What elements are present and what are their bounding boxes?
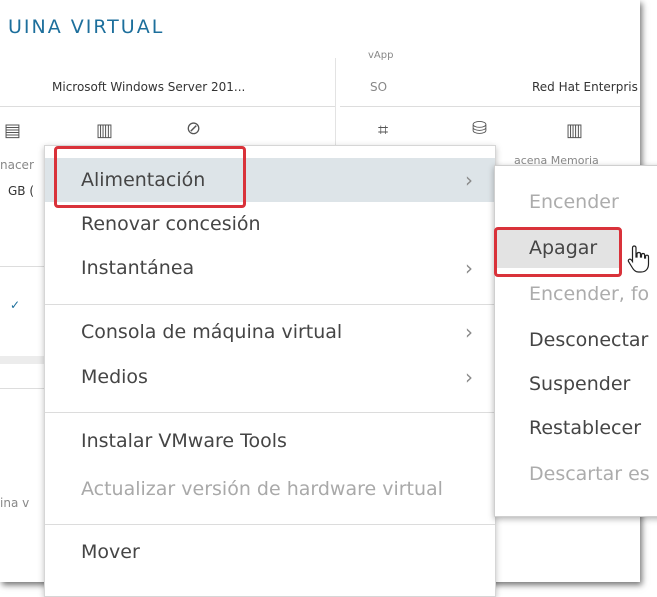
os-value-left: Microsoft Windows Server 201... [52, 80, 246, 94]
menu-item-label: Actualizar versión de hardware virtual [81, 478, 443, 500]
menu-separator [45, 524, 495, 525]
submenu-item-label: Encender [529, 191, 619, 213]
menu-item-label: Instalar VMware Tools [81, 430, 287, 452]
submenu-item-desconectar[interactable]: Desconectar [495, 320, 657, 360]
storage-value: GB ( [8, 184, 35, 198]
submenu-item-label: Encender, fo [529, 283, 650, 305]
vm-label-partial: ina v [0, 496, 30, 510]
menu-separator [45, 412, 495, 413]
storage-label: nacer [0, 158, 34, 172]
divider [340, 106, 640, 107]
submenu-item-encender[interactable]: Encender [495, 182, 657, 222]
cpu-icon: ⌗ [378, 120, 389, 141]
submenu-item-suspender[interactable]: Suspender [495, 364, 657, 404]
so-label: SO [370, 80, 388, 94]
chevron-right-icon: › [465, 256, 473, 280]
chevron-right-icon: › [465, 365, 473, 389]
context-menu: Alimentación › Renovar concesión Instant… [44, 145, 496, 597]
menu-item-label: Consola de máquina virtual [81, 321, 343, 343]
submenu-item-label: Suspender [529, 373, 631, 395]
alimentacion-highlight [54, 146, 246, 208]
menu-item-instalar-vmware-tools[interactable]: Instalar VMware Tools [45, 419, 495, 463]
check-icon: ✓ [10, 298, 21, 312]
menu-item-actualizar-hardware[interactable]: Actualizar versión de hardware virtual [45, 467, 495, 511]
submenu-item-label: Desconectar [529, 329, 649, 351]
network-icon: ⊘ [186, 118, 202, 139]
database-icon: ⛁ [472, 118, 488, 139]
menu-item-label: Renovar concesión [81, 213, 261, 235]
submenu-item-descartar[interactable]: Descartar es [495, 454, 657, 494]
menu-separator [45, 304, 495, 305]
menu-item-label: Mover [81, 541, 140, 563]
menu-item-consola[interactable]: Consola de máquina virtual › [45, 310, 495, 354]
submenu-item-restablecer[interactable]: Restablecer [495, 408, 657, 448]
panel-title: UINA VIRTUAL [8, 16, 165, 38]
submenu-item-label: Restablecer [529, 417, 642, 439]
menu-item-medios[interactable]: Medios › [45, 355, 495, 399]
storage-icon: ▤ [4, 120, 22, 141]
memory-icon: ▥ [566, 120, 584, 141]
hand-cursor-icon [627, 245, 650, 273]
menu-item-label: Medios [81, 366, 148, 388]
menu-item-instantanea[interactable]: Instantánea › [45, 246, 495, 290]
chevron-right-icon: › [465, 168, 473, 192]
menu-item-mover[interactable]: Mover [45, 530, 495, 574]
divider [0, 106, 335, 107]
os-value-right: Red Hat Enterpris [532, 80, 638, 94]
memory-icon: ▥ [96, 120, 114, 141]
submenu-item-label: Descartar es [529, 463, 650, 485]
menu-item-renovar-concesion[interactable]: Renovar concesión [45, 202, 495, 246]
chevron-right-icon: › [465, 320, 473, 344]
apagar-highlight [494, 227, 622, 277]
vapp-label: vApp [368, 50, 394, 61]
submenu-item-encender-forzado[interactable]: Encender, fo [495, 274, 657, 314]
menu-item-label: Instantánea [81, 257, 195, 279]
power-submenu: Encender Apagar Encender, fo Desconectar… [494, 165, 657, 517]
